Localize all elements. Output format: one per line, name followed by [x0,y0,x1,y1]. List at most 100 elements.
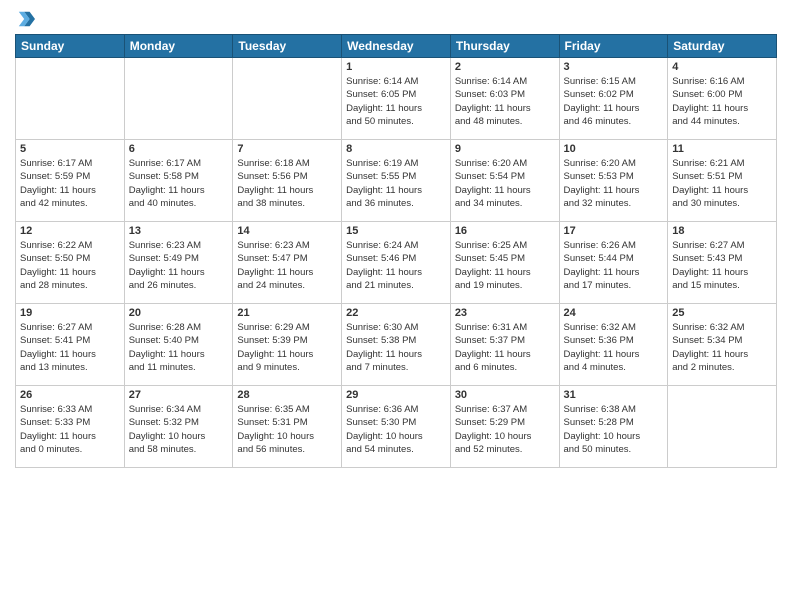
table-row: 24 Sunrise: 6:32 AM Sunset: 5:36 PM Dayli… [559,304,668,386]
day-number: 14 [237,225,337,237]
table-row: 10 Sunrise: 6:20 AM Sunset: 5:53 PM Dayli… [559,140,668,222]
day-info: Sunrise: 6:27 AM Sunset: 5:43 PM Dayligh… [672,239,772,292]
day-info: Sunrise: 6:17 AM Sunset: 5:59 PM Dayligh… [20,157,120,210]
table-row: 5 Sunrise: 6:17 AM Sunset: 5:59 PM Daylig… [16,140,125,222]
day-info: Sunrise: 6:24 AM Sunset: 5:46 PM Dayligh… [346,239,446,292]
day-info: Sunrise: 6:17 AM Sunset: 5:58 PM Dayligh… [129,157,229,210]
table-row: 8 Sunrise: 6:19 AM Sunset: 5:55 PM Daylig… [342,140,451,222]
day-info: Sunrise: 6:23 AM Sunset: 5:49 PM Dayligh… [129,239,229,292]
day-number: 19 [20,307,120,319]
day-number: 15 [346,225,446,237]
table-row: 16 Sunrise: 6:25 AM Sunset: 5:45 PM Dayli… [450,222,559,304]
table-row: 20 Sunrise: 6:28 AM Sunset: 5:40 PM Dayli… [124,304,233,386]
header-saturday: Saturday [668,35,777,58]
day-number: 28 [237,389,337,401]
day-info: Sunrise: 6:33 AM Sunset: 5:33 PM Dayligh… [20,403,120,456]
calendar-week-row: 19 Sunrise: 6:27 AM Sunset: 5:41 PM Dayli… [16,304,777,386]
day-info: Sunrise: 6:29 AM Sunset: 5:39 PM Dayligh… [237,321,337,374]
day-info: Sunrise: 6:35 AM Sunset: 5:31 PM Dayligh… [237,403,337,456]
table-row: 25Sunrise: 6:32 AM Sunset: 5:34 PM Dayli… [668,304,777,386]
header-sunday: Sunday [16,35,125,58]
day-number: 9 [455,143,555,155]
day-number: 24 [564,307,664,319]
day-number: 23 [455,307,555,319]
day-number: 27 [129,389,229,401]
day-info: Sunrise: 6:20 AM Sunset: 5:53 PM Dayligh… [564,157,664,210]
day-info: Sunrise: 6:37 AM Sunset: 5:29 PM Dayligh… [455,403,555,456]
table-row [233,58,342,140]
day-info: Sunrise: 6:38 AM Sunset: 5:28 PM Dayligh… [564,403,664,456]
header-thursday: Thursday [450,35,559,58]
day-info: Sunrise: 6:26 AM Sunset: 5:44 PM Dayligh… [564,239,664,292]
table-row: 6Sunrise: 6:17 AM Sunset: 5:58 PM Daylig… [124,140,233,222]
day-number: 26 [20,389,120,401]
calendar-week-row: 5 Sunrise: 6:17 AM Sunset: 5:59 PM Daylig… [16,140,777,222]
table-row: 29Sunrise: 6:36 AM Sunset: 5:30 PM Dayli… [342,386,451,468]
logo-icon [17,10,35,28]
day-info: Sunrise: 6:22 AM Sunset: 5:50 PM Dayligh… [20,239,120,292]
table-row: 22 Sunrise: 6:30 AM Sunset: 5:38 PM Dayli… [342,304,451,386]
table-row: 27 Sunrise: 6:34 AM Sunset: 5:32 PM Dayli… [124,386,233,468]
table-row: 18 Sunrise: 6:27 AM Sunset: 5:43 PM Dayli… [668,222,777,304]
table-row: 13 Sunrise: 6:23 AM Sunset: 5:49 PM Dayli… [124,222,233,304]
table-row: 3 Sunrise: 6:15 AM Sunset: 6:02 PM Daylig… [559,58,668,140]
day-info: Sunrise: 6:18 AM Sunset: 5:56 PM Dayligh… [237,157,337,210]
day-info: Sunrise: 6:19 AM Sunset: 5:55 PM Dayligh… [346,157,446,210]
table-row: 28 Sunrise: 6:35 AM Sunset: 5:31 PM Dayli… [233,386,342,468]
weekday-header-row: Sunday Monday Tuesday Wednesday Thursday… [16,35,777,58]
table-row: 1Sunrise: 6:14 AM Sunset: 6:05 PM Daylig… [342,58,451,140]
table-row: 9 Sunrise: 6:20 AM Sunset: 5:54 PM Daylig… [450,140,559,222]
day-info: Sunrise: 6:14 AM Sunset: 6:05 PM Dayligh… [346,75,446,128]
logo [15,10,35,28]
table-row: 21Sunrise: 6:29 AM Sunset: 5:39 PM Dayli… [233,304,342,386]
day-number: 12 [20,225,120,237]
day-info: Sunrise: 6:30 AM Sunset: 5:38 PM Dayligh… [346,321,446,374]
day-info: Sunrise: 6:25 AM Sunset: 5:45 PM Dayligh… [455,239,555,292]
day-info: Sunrise: 6:20 AM Sunset: 5:54 PM Dayligh… [455,157,555,210]
day-info: Sunrise: 6:14 AM Sunset: 6:03 PM Dayligh… [455,75,555,128]
day-number: 13 [129,225,229,237]
table-row: 30 Sunrise: 6:37 AM Sunset: 5:29 PM Dayli… [450,386,559,468]
day-number: 4 [672,61,772,73]
day-info: Sunrise: 6:32 AM Sunset: 5:34 PM Dayligh… [672,321,772,374]
day-info: Sunrise: 6:34 AM Sunset: 5:32 PM Dayligh… [129,403,229,456]
day-info: Sunrise: 6:28 AM Sunset: 5:40 PM Dayligh… [129,321,229,374]
table-row: 4 Sunrise: 6:16 AM Sunset: 6:00 PM Daylig… [668,58,777,140]
day-number: 18 [672,225,772,237]
day-number: 22 [346,307,446,319]
table-row: 7 Sunrise: 6:18 AM Sunset: 5:56 PM Daylig… [233,140,342,222]
table-row: 31Sunrise: 6:38 AM Sunset: 5:28 PM Dayli… [559,386,668,468]
day-number: 16 [455,225,555,237]
day-number: 17 [564,225,664,237]
table-row [668,386,777,468]
day-info: Sunrise: 6:16 AM Sunset: 6:00 PM Dayligh… [672,75,772,128]
day-info: Sunrise: 6:36 AM Sunset: 5:30 PM Dayligh… [346,403,446,456]
table-row: 12 Sunrise: 6:22 AM Sunset: 5:50 PM Dayli… [16,222,125,304]
table-row: 19 Sunrise: 6:27 AM Sunset: 5:41 PM Dayli… [16,304,125,386]
header [15,10,777,28]
table-row: 14 Sunrise: 6:23 AM Sunset: 5:47 PM Dayli… [233,222,342,304]
day-number: 30 [455,389,555,401]
table-row [16,58,125,140]
day-number: 20 [129,307,229,319]
table-row [124,58,233,140]
header-friday: Friday [559,35,668,58]
day-number: 5 [20,143,120,155]
day-info: Sunrise: 6:27 AM Sunset: 5:41 PM Dayligh… [20,321,120,374]
header-wednesday: Wednesday [342,35,451,58]
calendar-week-row: 1Sunrise: 6:14 AM Sunset: 6:05 PM Daylig… [16,58,777,140]
day-number: 8 [346,143,446,155]
header-monday: Monday [124,35,233,58]
day-info: Sunrise: 6:21 AM Sunset: 5:51 PM Dayligh… [672,157,772,210]
header-tuesday: Tuesday [233,35,342,58]
calendar-week-row: 26 Sunrise: 6:33 AM Sunset: 5:33 PM Dayli… [16,386,777,468]
day-number: 3 [564,61,664,73]
day-info: Sunrise: 6:32 AM Sunset: 5:36 PM Dayligh… [564,321,664,374]
day-number: 2 [455,61,555,73]
day-info: Sunrise: 6:23 AM Sunset: 5:47 PM Dayligh… [237,239,337,292]
day-info: Sunrise: 6:15 AM Sunset: 6:02 PM Dayligh… [564,75,664,128]
day-number: 7 [237,143,337,155]
day-number: 10 [564,143,664,155]
table-row: 11Sunrise: 6:21 AM Sunset: 5:51 PM Dayli… [668,140,777,222]
table-row: 15 Sunrise: 6:24 AM Sunset: 5:46 PM Dayli… [342,222,451,304]
